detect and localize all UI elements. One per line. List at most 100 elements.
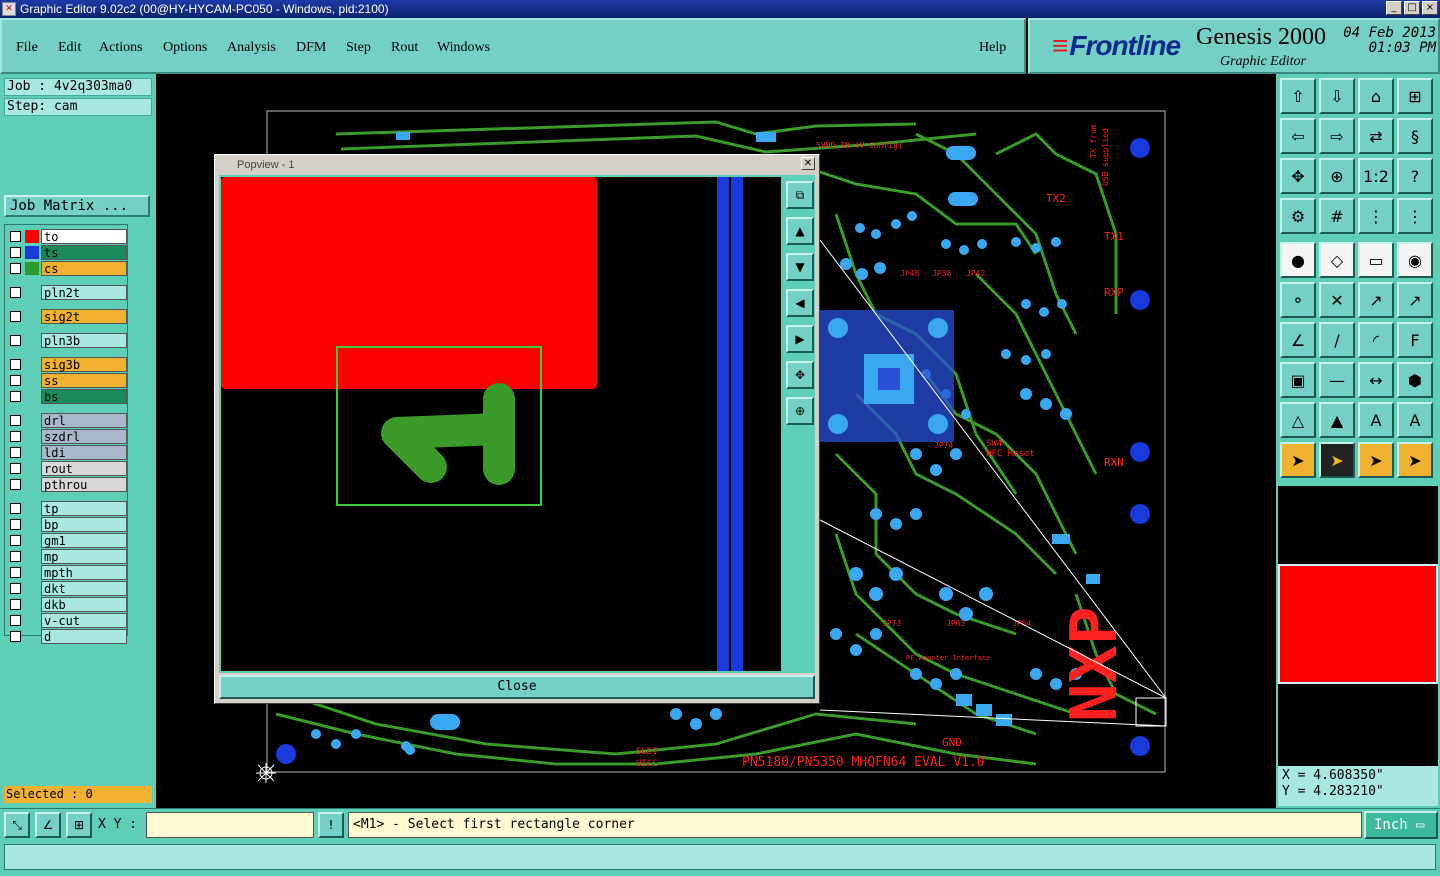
layer-checkbox[interactable]: [10, 631, 21, 642]
snap-icon[interactable]: ⤡: [4, 812, 30, 838]
menu-actions[interactable]: Actions: [99, 40, 143, 56]
layer-row-sig3b[interactable]: sig3b: [7, 357, 127, 372]
menu-edit[interactable]: Edit: [58, 40, 81, 56]
menu-file[interactable]: File: [16, 40, 38, 56]
font-icon[interactable]: F: [1397, 322, 1433, 358]
layer-row-dkt[interactable]: dkt: [7, 581, 127, 596]
layer-checkbox[interactable]: [10, 535, 21, 546]
layer-checkbox[interactable]: [10, 311, 21, 322]
layer-checkbox[interactable]: [10, 263, 21, 274]
layer-row-sig2t[interactable]: sig2t: [7, 309, 127, 324]
unit-selector[interactable]: Inch ▭: [1364, 811, 1438, 839]
layer-checkbox[interactable]: [10, 615, 21, 626]
layer-checkbox[interactable]: [10, 231, 21, 242]
layer-row-d[interactable]: d: [7, 629, 127, 644]
layer-row-drl[interactable]: drl: [7, 413, 127, 428]
popview-pan-left-icon[interactable]: ◀: [786, 289, 814, 317]
layer-checkbox[interactable]: [10, 463, 21, 474]
menu-help[interactable]: Help: [979, 40, 1006, 56]
layer-row-dkb[interactable]: dkb: [7, 597, 127, 612]
zoom-1-2-icon[interactable]: 1:2: [1358, 158, 1394, 194]
info-icon[interactable]: !: [318, 812, 344, 838]
layer-row-mpth[interactable]: mpth: [7, 565, 127, 580]
popview-close-button[interactable]: Close: [219, 675, 815, 699]
layer-checkbox[interactable]: [10, 359, 21, 370]
zoom-out-icon[interactable]: ⊕: [1319, 158, 1355, 194]
layer-row-ldi[interactable]: ldi: [7, 445, 127, 460]
layer-checkbox[interactable]: [10, 479, 21, 490]
layer-name[interactable]: dkt: [41, 581, 127, 596]
layer-row-gm1[interactable]: gm1: [7, 533, 127, 548]
menu-rout[interactable]: Rout: [391, 40, 418, 56]
connect-icon[interactable]: ⚬: [1280, 282, 1316, 318]
pointer-net-icon[interactable]: ➤: [1397, 442, 1433, 478]
menu-step[interactable]: Step: [346, 40, 371, 56]
layer-checkbox[interactable]: [10, 551, 21, 562]
snap-settings-icon[interactable]: ⚙: [1280, 198, 1316, 234]
layer-name[interactable]: cs: [41, 261, 127, 276]
home-icon[interactable]: ⌂: [1358, 78, 1394, 114]
menu-analysis[interactable]: Analysis: [227, 40, 276, 56]
pointer-area-icon[interactable]: ➤: [1358, 442, 1394, 478]
triangle-icon[interactable]: △: [1280, 402, 1316, 438]
layer-row-pthrou[interactable]: pthrou: [7, 477, 127, 492]
layer-checkbox[interactable]: [10, 503, 21, 514]
xy-input[interactable]: [146, 812, 314, 838]
layer-name[interactable]: to: [41, 229, 127, 244]
layer-checkbox[interactable]: [10, 391, 21, 402]
pointer-select-icon[interactable]: ➤: [1319, 442, 1355, 478]
split-view-icon[interactable]: ⊞: [1397, 78, 1433, 114]
measure-pins-icon[interactable]: ⋮: [1358, 198, 1394, 234]
layer-checkbox[interactable]: [10, 599, 21, 610]
layer-row-ss[interactable]: ss: [7, 373, 127, 388]
move-icon[interactable]: ↗: [1358, 282, 1394, 318]
layer-name[interactable]: ss: [41, 373, 127, 388]
layer-name[interactable]: v-cut: [41, 613, 127, 628]
layer-name[interactable]: drl: [41, 413, 127, 428]
job-matrix-button[interactable]: Job Matrix ...: [4, 195, 150, 217]
menu-options[interactable]: Options: [163, 40, 207, 56]
select-pad-icon[interactable]: ◉: [1397, 242, 1433, 278]
layer-checkbox[interactable]: [10, 583, 21, 594]
menu-dfm[interactable]: DFM: [296, 40, 326, 56]
popview-pan-right-icon[interactable]: ▶: [786, 325, 814, 353]
layer-row-pln3b[interactable]: pln3b: [7, 333, 127, 348]
grid-icon[interactable]: #: [1319, 198, 1355, 234]
popview-zoom-out-icon[interactable]: ⊕: [786, 397, 814, 425]
overview-viewport[interactable]: [1278, 564, 1438, 684]
pan-left-icon[interactable]: ⇦: [1280, 118, 1316, 154]
copy-icon[interactable]: ↗: [1397, 282, 1433, 318]
cutout-icon[interactable]: A: [1397, 402, 1433, 438]
layer-row-tp[interactable]: tp: [7, 501, 127, 516]
popview-pan-up-icon[interactable]: ▲: [786, 217, 814, 245]
shape-icon[interactable]: ▣: [1280, 362, 1316, 398]
layer-row-szdrl[interactable]: szdrl: [7, 429, 127, 444]
command-line[interactable]: [4, 844, 1436, 870]
polygon-icon[interactable]: ▲: [1319, 402, 1355, 438]
layer-name[interactable]: szdrl: [41, 429, 127, 444]
popup-close-x-button[interactable]: ✕: [801, 157, 815, 170]
layer-name[interactable]: ts: [41, 245, 127, 260]
add-line-icon[interactable]: ◇: [1319, 242, 1355, 278]
layer-name[interactable]: sig3b: [41, 357, 127, 372]
layer-checkbox[interactable]: [10, 519, 21, 530]
groups-icon[interactable]: ⬢: [1397, 362, 1433, 398]
layer-checkbox[interactable]: [10, 247, 21, 258]
layer-name[interactable]: d: [41, 629, 127, 644]
layer-name[interactable]: gm1: [41, 533, 127, 548]
angle-icon[interactable]: ∠: [1280, 322, 1316, 358]
grid-snap-icon[interactable]: ⊞: [66, 812, 92, 838]
layer-name[interactable]: pln3b: [41, 333, 127, 348]
popview-pan-down-icon[interactable]: ▼: [786, 253, 814, 281]
mirror-icon[interactable]: ⇄: [1358, 118, 1394, 154]
popview-zoom-fit-icon[interactable]: ⧉: [786, 181, 814, 209]
layer-checkbox[interactable]: [10, 431, 21, 442]
layer-name[interactable]: dkb: [41, 597, 127, 612]
layer-row-mp[interactable]: mp: [7, 549, 127, 564]
close-button[interactable]: ×: [1422, 1, 1438, 15]
line-icon[interactable]: /: [1319, 322, 1355, 358]
layer-name[interactable]: mpth: [41, 565, 127, 580]
layer-name[interactable]: pthrou: [41, 477, 127, 492]
layer-name[interactable]: mp: [41, 549, 127, 564]
layer-row-bp[interactable]: bp: [7, 517, 127, 532]
